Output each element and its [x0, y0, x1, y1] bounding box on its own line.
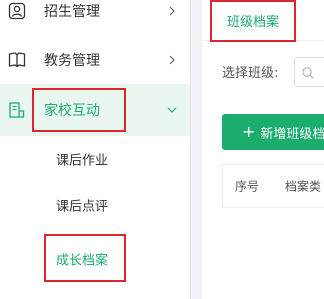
user-icon: [8, 2, 26, 20]
home-school-icon: [8, 101, 26, 119]
column-header-index: 序号: [235, 179, 260, 194]
sidebar-subitem-review[interactable]: 课后点评: [0, 182, 190, 228]
sidebar-item-label: 家校互动: [44, 103, 100, 119]
sidebar-item-academic[interactable]: 教务管理: [0, 35, 190, 85]
chevron-right-icon: [166, 5, 178, 17]
sidebar-item-label: 教务管理: [44, 53, 100, 69]
sidebar-subitem-label: 课后点评: [56, 199, 109, 215]
plus-icon: +: [242, 122, 256, 141]
app-root: 招生管理 教务管理 家校互动 课后作业 课后点评 成长档案 班级档案 选择班级:…: [0, 0, 324, 299]
sidebar-item-enrollment[interactable]: 招生管理: [0, 0, 190, 36]
column-header-archive-type: 档案类: [285, 179, 322, 194]
chevron-down-icon: [166, 104, 178, 116]
sidebar: 招生管理 教务管理 家校互动 课后作业 课后点评 成长档案: [0, 0, 191, 299]
main-panel: 班级档案 选择班级: + 新增班级档 序号 档案类: [202, 0, 324, 299]
sidebar-subitem-label: 课后作业: [56, 153, 109, 169]
table-header: 序号 档案类: [222, 164, 324, 208]
class-filter-label: 选择班级:: [222, 66, 279, 81]
add-class-archive-button[interactable]: + 新增班级档: [222, 114, 324, 150]
tab-divider: [202, 40, 324, 41]
search-icon: [301, 65, 315, 79]
table-divider: [222, 207, 324, 208]
tab-label: 班级档案: [226, 14, 279, 30]
sidebar-subitem-growth-archive[interactable]: 成长档案: [0, 236, 190, 282]
class-select[interactable]: [294, 57, 324, 87]
sidebar-subitem-homework[interactable]: 课后作业: [0, 136, 190, 182]
chevron-right-icon: [166, 54, 178, 66]
book-icon: [8, 51, 26, 69]
add-button-label: 新增班级档: [260, 126, 324, 142]
sidebar-subitem-label: 成长档案: [56, 253, 109, 269]
sidebar-item-home-school[interactable]: 家校互动: [0, 84, 190, 136]
sidebar-item-label: 招生管理: [44, 4, 100, 20]
tab-class-archive[interactable]: 班级档案: [212, 0, 294, 40]
